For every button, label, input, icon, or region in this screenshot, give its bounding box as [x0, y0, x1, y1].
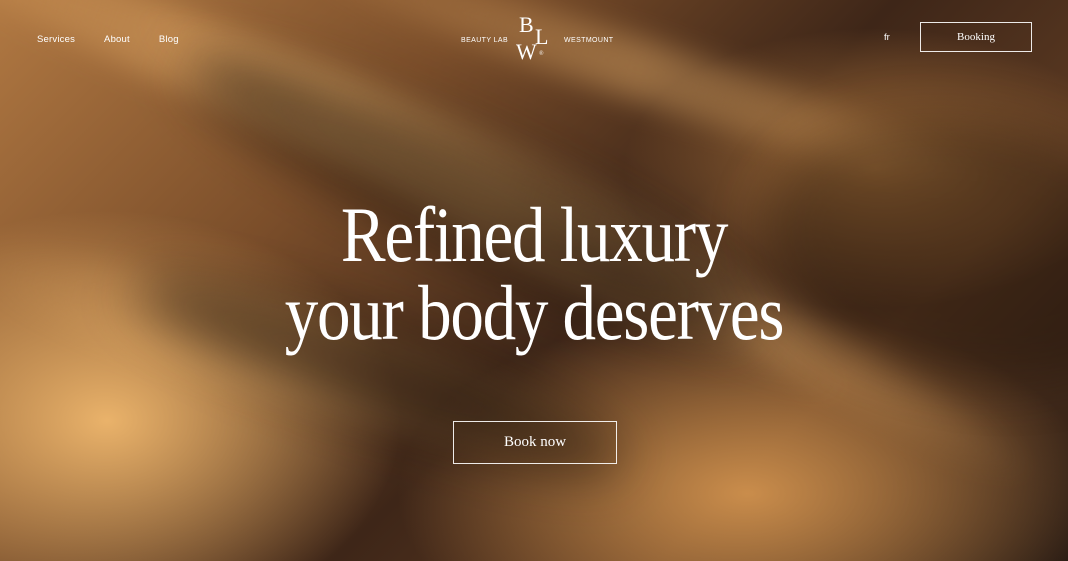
- language-switch[interactable]: fr: [884, 32, 890, 43]
- brand-text-left: BEAUTY LAB: [461, 37, 509, 44]
- main-nav: Services About Blog: [37, 34, 179, 45]
- booking-button[interactable]: Booking: [920, 22, 1032, 52]
- headline-line-1: Refined luxury: [340, 191, 728, 278]
- brand-text-right: WESTMOUNT: [564, 37, 614, 44]
- monogram-l: L: [535, 24, 549, 49]
- brand-logo[interactable]: BEAUTY LAB B L W ® WESTMOUNT: [461, 14, 614, 66]
- registered-mark: ®: [539, 51, 544, 57]
- headline-line-2: your body deserves: [284, 269, 785, 356]
- monogram-w: W: [516, 39, 537, 64]
- hero-headline: Refined luxury your body deserves: [75, 196, 993, 352]
- book-now-button[interactable]: Book now: [453, 421, 617, 464]
- nav-services[interactable]: Services: [37, 34, 75, 45]
- monogram-b: B: [519, 12, 534, 37]
- monogram: B L W ®: [514, 14, 554, 66]
- nav-blog[interactable]: Blog: [159, 34, 179, 45]
- nav-about[interactable]: About: [104, 34, 130, 45]
